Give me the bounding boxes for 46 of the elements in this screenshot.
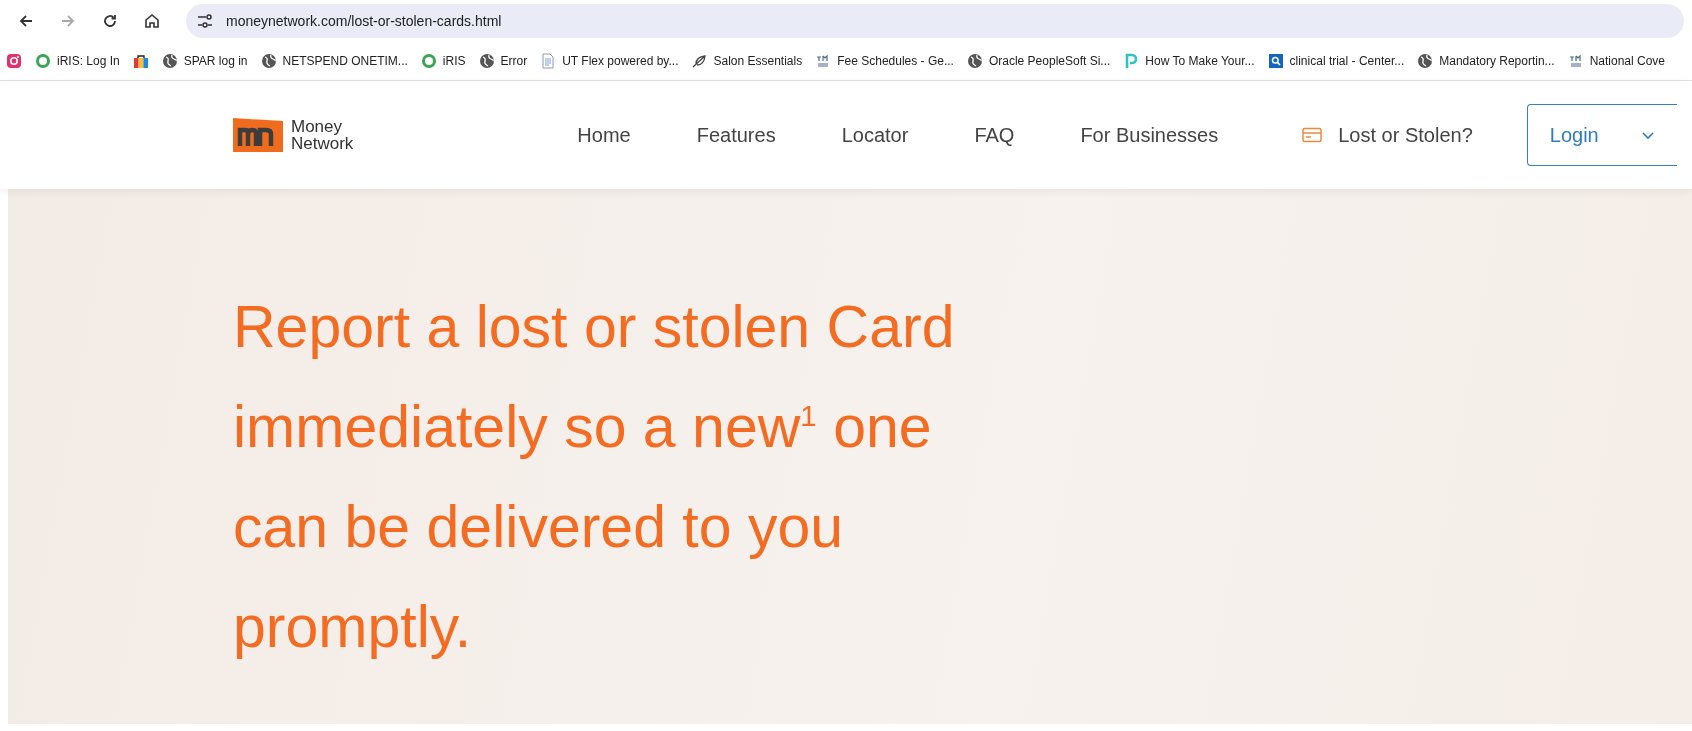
bookmark[interactable]: iRIS: Log In (35, 53, 120, 69)
url-text[interactable]: moneynetwork.com/lost-or-stolen-cards.html (226, 13, 502, 29)
reload-icon[interactable] (101, 12, 119, 30)
bookmark[interactable]: How To Make Your... (1123, 53, 1255, 69)
bookmark[interactable]: Salon Essentials (691, 53, 803, 69)
nav-link[interactable]: Features (696, 123, 776, 147)
card-icon (1302, 127, 1323, 143)
globe-icon (161, 53, 178, 69)
nav-link[interactable]: Home (577, 123, 631, 147)
bag-icon (132, 53, 149, 69)
nav-link[interactable]: For Businesses (1080, 123, 1219, 147)
chevron-icon (1640, 130, 1655, 140)
p-icon (1123, 53, 1140, 69)
bookmark[interactable]: iRIS (420, 53, 466, 69)
document-icon (540, 53, 557, 69)
globe-icon (1417, 53, 1434, 69)
lost-or-stolen-link[interactable]: Lost or Stolen? (1338, 123, 1473, 147)
login-button[interactable]: Login (1526, 104, 1677, 166)
bookmark[interactable]: National Cove (1567, 53, 1665, 69)
leaf-icon (691, 53, 708, 69)
bookmark[interactable]: Fee Schedules - Ge... (815, 53, 954, 69)
ring-icon (420, 53, 437, 69)
bookmark[interactable]: clinical trial - Center... (1267, 53, 1405, 69)
search-icon (1267, 53, 1284, 69)
globe-icon (966, 53, 983, 69)
bookmark[interactable]: NETSPEND ONETIM... (260, 53, 408, 69)
bookmark[interactable]: Oracle PeopleSoft Si... (966, 53, 1111, 69)
home-icon[interactable] (143, 12, 161, 30)
camera-icon (6, 53, 22, 69)
hero-heading: Report a lost or stolen Card immediately so a new$^{1}$ one can be delivered to you promptly. (233, 293, 956, 662)
nav-link[interactable]: Locator (841, 123, 909, 147)
settings-icon[interactable] (196, 12, 214, 30)
bookmark[interactable]: SPAR log in (161, 53, 248, 69)
logo-text: Money (291, 118, 344, 135)
bookmark[interactable]: Error (478, 53, 528, 69)
bookmark[interactable]: UT Flex powered by... (540, 53, 679, 69)
globe-icon (478, 53, 495, 69)
logo-icon[interactable] (233, 116, 283, 154)
ring-icon (35, 53, 51, 69)
globe-icon (260, 53, 277, 69)
logo-text: Network (291, 135, 354, 152)
bookmark[interactable]: Mandatory Reportin... (1417, 53, 1555, 69)
address-bar[interactable]: moneynetwork.com/lost-or-stolen-cards.html (186, 4, 1684, 38)
bookmark[interactable] (132, 53, 149, 69)
nav-link[interactable]: FAQ (974, 123, 1015, 147)
bookmark[interactable] (6, 53, 22, 69)
